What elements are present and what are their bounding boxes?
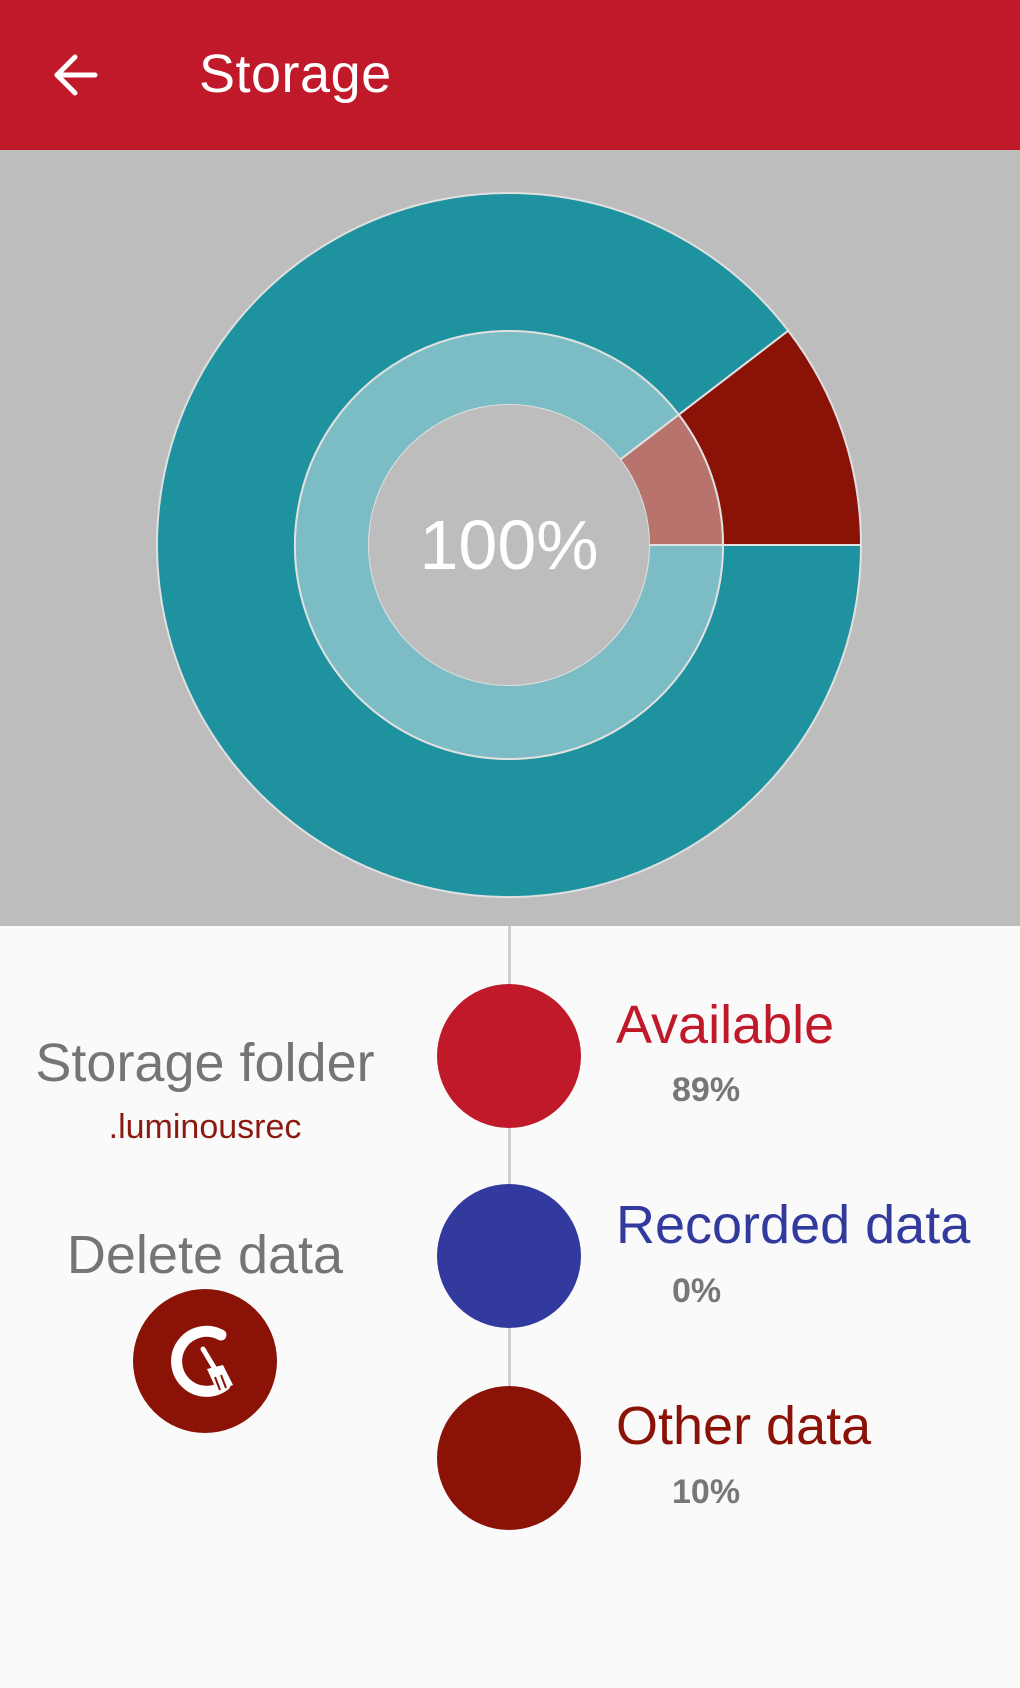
- arrow-left-icon: [54, 54, 98, 96]
- legend-dot-recorded: [437, 1184, 581, 1328]
- broom-clean-icon: [171, 1325, 233, 1397]
- legend-label-available: Available: [616, 995, 835, 1055]
- storage-folder-name[interactable]: .luminousrec: [0, 1108, 410, 1147]
- legend-dot-other: [437, 1386, 581, 1530]
- legend-label-recorded: Recorded data: [616, 1195, 971, 1255]
- page-title: Storage: [199, 44, 392, 104]
- back-button[interactable]: [36, 36, 114, 114]
- legend-dot-available: [437, 984, 581, 1128]
- app-bar: Storage: [0, 0, 1020, 150]
- chart-center-label: 100%: [419, 506, 598, 584]
- legend-value-other: 10%: [672, 1473, 741, 1511]
- donut-chart: 100%: [156, 192, 863, 898]
- legend-label-other: Other data: [616, 1396, 872, 1456]
- legend-value-available: 89%: [672, 1071, 741, 1109]
- storage-folder-label: Storage folder: [35, 1033, 375, 1093]
- legend-value-recorded: 0%: [672, 1272, 722, 1310]
- storage-chart: 100%: [0, 150, 1020, 926]
- delete-data-button[interactable]: [133, 1289, 277, 1433]
- delete-data-label: Delete data: [66, 1225, 344, 1285]
